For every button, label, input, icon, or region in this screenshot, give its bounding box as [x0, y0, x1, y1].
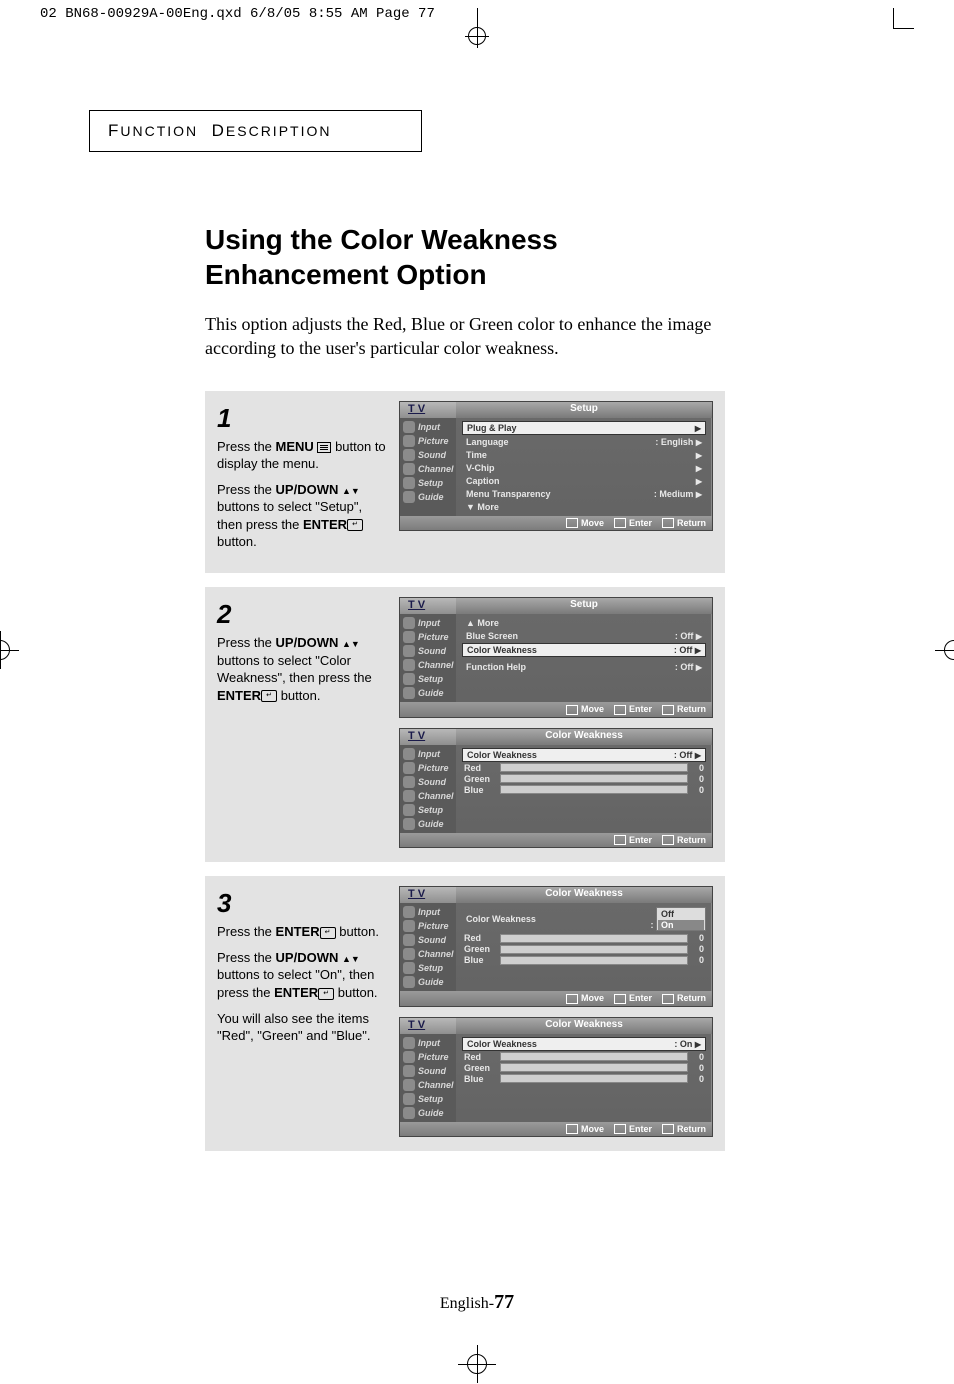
step-3: 3 Press the ENTER↵ button. Press the UP/… — [205, 876, 725, 1151]
slider-green: Green0 — [462, 944, 706, 954]
section-tab: FUNCTION DESCRIPTION — [89, 110, 422, 152]
osd-side-picture: Picture — [400, 1050, 456, 1064]
osd-side-sound: Sound — [400, 448, 456, 462]
osd-row: ▼ More — [462, 501, 706, 513]
up-icon — [342, 482, 351, 497]
osd-side-channel: Channel — [400, 789, 456, 803]
osd-cw-on: T VColor Weakness InputPictureSoundChann… — [399, 1017, 713, 1138]
osd-side-channel: Channel — [400, 947, 456, 961]
osd-row: Time ▶ — [462, 449, 706, 461]
enter-icon: ↵ — [320, 927, 336, 939]
page-title: Using the Color WeaknessEnhancement Opti… — [205, 222, 859, 292]
osd-side-picture: Picture — [400, 761, 456, 775]
slider-green: Green0 — [462, 1063, 706, 1073]
step-3-p2: Press the UP/DOWN buttons to select "On"… — [217, 949, 387, 1002]
osd-row: Caption ▶ — [462, 475, 706, 487]
page-footer: English-77 — [95, 1291, 859, 1314]
slider-red: Red0 — [462, 763, 706, 773]
slider-green: Green0 — [462, 774, 706, 784]
osd-side-setup: Setup — [400, 1092, 456, 1106]
step-1-p2: Press the UP/DOWN buttons to select "Set… — [217, 481, 387, 551]
cw-row: Color Weakness: Off ▶ — [462, 748, 706, 762]
up-icon — [342, 950, 351, 965]
osd-side-guide: Guide — [400, 490, 456, 504]
osd-side-setup: Setup — [400, 803, 456, 817]
step-3-p1: Press the ENTER↵ button. — [217, 923, 387, 941]
enter-icon: ↵ — [318, 988, 334, 1000]
crop-mark-right — [934, 630, 954, 670]
osd-row: Blue Screen: Off ▶ — [462, 630, 706, 642]
osd-side-picture: Picture — [400, 919, 456, 933]
osd-side-sound: Sound — [400, 933, 456, 947]
osd-side-picture: Picture — [400, 434, 456, 448]
slider-blue: Blue0 — [462, 785, 706, 795]
osd-setup-2: T VSetup InputPictureSoundChannelSetupGu… — [399, 597, 713, 718]
osd-side-input: Input — [400, 616, 456, 630]
osd-side-input: Input — [400, 420, 456, 434]
step-2: 2 Press the UP/DOWN buttons to select "C… — [205, 587, 725, 862]
osd-side-input: Input — [400, 905, 456, 919]
down-icon — [351, 635, 360, 650]
step-1: 1 Press the MENU button to display the m… — [205, 391, 725, 573]
osd-side-channel: Channel — [400, 658, 456, 672]
osd-row: ▲ More — [462, 617, 706, 629]
cw-dropdown: Off On — [656, 907, 706, 931]
slider-blue: Blue0 — [462, 955, 706, 965]
osd-side-channel: Channel — [400, 462, 456, 476]
down-icon — [351, 950, 360, 965]
osd-side-setup: Setup — [400, 672, 456, 686]
osd-side-picture: Picture — [400, 630, 456, 644]
enter-icon: ↵ — [261, 690, 277, 702]
intro-text: This option adjusts the Red, Blue or Gre… — [205, 312, 765, 361]
slider-blue: Blue0 — [462, 1074, 706, 1084]
osd-row: Plug & Play ▶ — [462, 421, 706, 435]
cw-row: Color Weakness: On ▶ — [462, 1037, 706, 1051]
osd-side-sound: Sound — [400, 1064, 456, 1078]
osd-row: Color Weakness: Off ▶ — [462, 643, 706, 657]
osd-row: Menu Transparency: Medium ▶ — [462, 488, 706, 500]
osd-row: Function Help: Off ▶ — [462, 661, 706, 673]
osd-row: V-Chip ▶ — [462, 462, 706, 474]
osd-side-sound: Sound — [400, 644, 456, 658]
osd-row: Language: English ▶ — [462, 436, 706, 448]
osd-cw-dropdown: T VColor Weakness InputPictureSoundChann… — [399, 886, 713, 1007]
osd-side-guide: Guide — [400, 1106, 456, 1120]
step-1-number: 1 — [217, 401, 387, 436]
step-3-p3: You will also see the items "Red", "Gree… — [217, 1010, 387, 1045]
osd-side-sound: Sound — [400, 775, 456, 789]
osd-row — [462, 658, 706, 660]
osd-side-input: Input — [400, 747, 456, 761]
osd-side-guide: Guide — [400, 686, 456, 700]
step-1-p1: Press the MENU button to display the men… — [217, 438, 387, 473]
osd-side-setup: Setup — [400, 476, 456, 490]
slider-red: Red0 — [462, 1052, 706, 1062]
step-2-number: 2 — [217, 597, 387, 632]
crop-marks-top — [0, 22, 954, 50]
up-icon — [342, 635, 351, 650]
slider-red: Red0 — [462, 933, 706, 943]
osd-side-guide: Guide — [400, 975, 456, 989]
osd-side-input: Input — [400, 1036, 456, 1050]
osd-side-channel: Channel — [400, 1078, 456, 1092]
step-3-number: 3 — [217, 886, 387, 921]
osd-side-setup: Setup — [400, 961, 456, 975]
osd-side-guide: Guide — [400, 817, 456, 831]
step-2-p1: Press the UP/DOWN buttons to select "Col… — [217, 634, 387, 704]
osd-sidebar: InputPictureSoundChannelSetupGuide — [400, 418, 456, 516]
cw-row-dd: Color Weakness : Off On — [462, 906, 706, 932]
crop-mark-bottom — [0, 1344, 954, 1384]
osd-cw-off: T VColor Weakness InputPictureSoundChann… — [399, 728, 713, 849]
enter-icon: ↵ — [347, 519, 363, 531]
crop-mark-left — [0, 630, 20, 670]
menu-icon — [317, 442, 331, 453]
osd-setup-1: T VSetup InputPictureSoundChannelSetupGu… — [399, 401, 713, 532]
down-icon — [351, 482, 360, 497]
